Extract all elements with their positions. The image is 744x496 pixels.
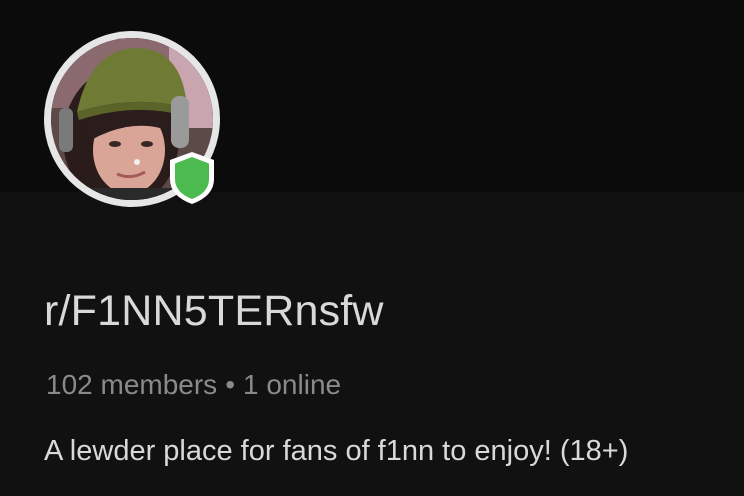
community-name[interactable]: r/F1NN5TERnsfw bbox=[44, 286, 384, 336]
stats-separator: • bbox=[225, 369, 235, 400]
community-stats: 102 members • 1 online bbox=[46, 368, 341, 402]
community-avatar[interactable] bbox=[44, 31, 220, 207]
community-description: A lewder place for fans of f1nn to enjoy… bbox=[44, 435, 629, 467]
online-count: 1 online bbox=[243, 369, 342, 400]
shield-icon bbox=[166, 149, 218, 207]
members-count: 102 members bbox=[46, 369, 218, 400]
